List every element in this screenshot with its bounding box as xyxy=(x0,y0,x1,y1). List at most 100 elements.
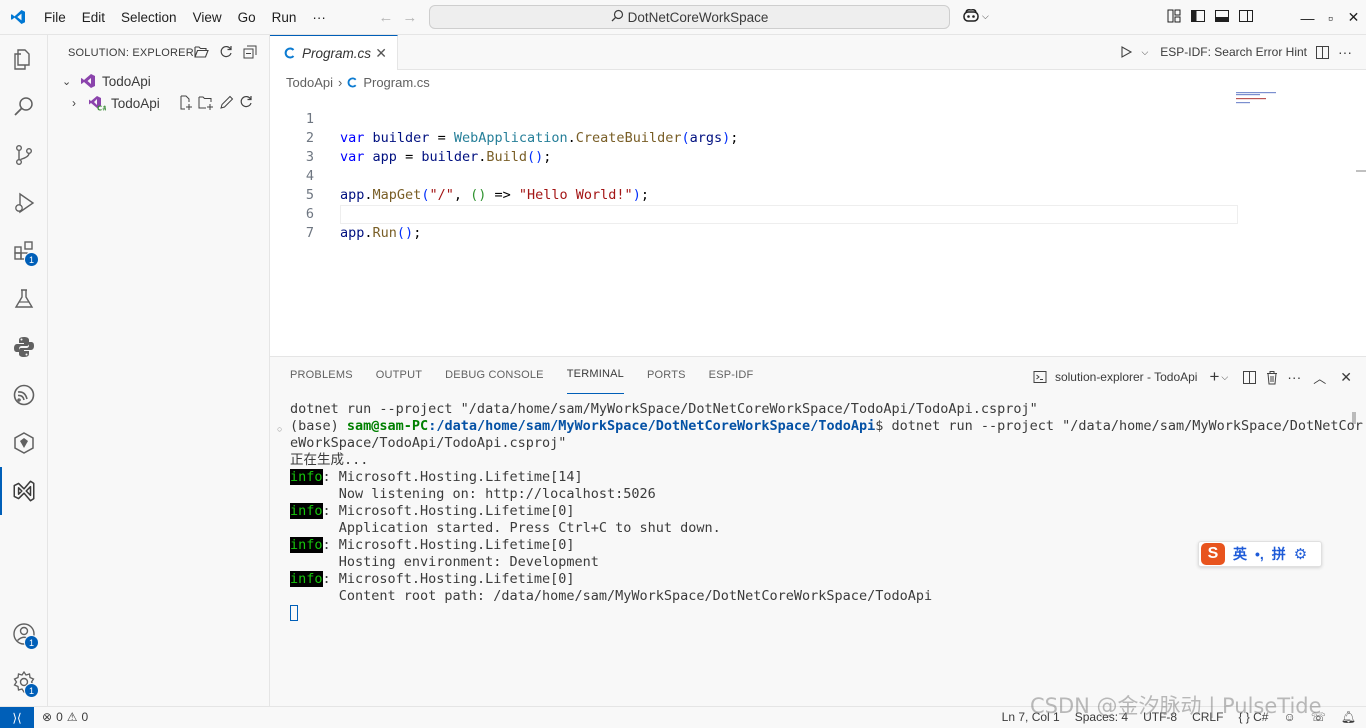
toggle-panel-icon[interactable] xyxy=(1214,8,1230,24)
run-icon[interactable] xyxy=(1119,45,1133,59)
workspace-name: DotNetCoreWorkSpace xyxy=(627,9,769,25)
tab-program-cs[interactable]: Program.cs ✕ xyxy=(270,35,398,70)
tab-output[interactable]: OUTPUT xyxy=(376,357,422,394)
accounts-icon[interactable]: 1 xyxy=(0,610,48,658)
log-text: : Microsoft.Hosting.Lifetime[14] xyxy=(322,469,583,485)
rename-pencil-icon[interactable] xyxy=(219,95,234,110)
remote-indicator-icon[interactable]: ⟩⟨ xyxy=(0,707,34,728)
accounts-badge: 1 xyxy=(24,635,39,650)
csharp-project-icon: C# xyxy=(89,96,106,112)
python-icon[interactable] xyxy=(0,323,48,371)
tab-debug-console[interactable]: DEBUG CONSOLE xyxy=(445,357,544,394)
breadcrumb-file[interactable]: Program.cs xyxy=(363,75,429,90)
add-file-icon[interactable] xyxy=(178,95,193,110)
command-decoration-icon[interactable]: ○ xyxy=(277,424,282,434)
tab-problems[interactable]: PROBLEMS xyxy=(290,357,353,394)
svg-text:C#: C# xyxy=(97,105,106,112)
menu-more[interactable]: ··· xyxy=(304,0,334,35)
esp-idf-icon[interactable] xyxy=(0,371,48,419)
chevron-right-icon: › xyxy=(72,96,76,110)
testing-icon[interactable] xyxy=(0,275,48,323)
toggle-secondary-sidebar-icon[interactable] xyxy=(1238,8,1254,24)
ime-settings-gear-icon[interactable]: ⚙ xyxy=(1294,545,1307,563)
activity-bar: 1 1 1 xyxy=(0,35,48,706)
kill-terminal-trash-icon[interactable] xyxy=(1265,370,1279,385)
menu-go[interactable]: Go xyxy=(230,0,264,35)
code-line: 6 app.Run(); xyxy=(270,186,1240,241)
add-folder-icon[interactable] xyxy=(198,95,214,110)
search-icon xyxy=(611,9,624,25)
manage-gear-icon[interactable]: 1 xyxy=(0,658,48,706)
extensions-icon[interactable]: 1 xyxy=(0,227,48,275)
code-line-current: 7 xyxy=(270,205,1240,241)
copilot-chat-icon[interactable] xyxy=(0,419,48,467)
refresh-icon[interactable] xyxy=(219,45,233,59)
ime-input-method[interactable]: 拼 xyxy=(1272,544,1286,564)
close-tab-icon[interactable]: ✕ xyxy=(375,45,387,62)
solution-explorer-sidebar: SOLUTION: EXPLORER ⌄ TodoApi › C# TodoAp… xyxy=(48,35,270,706)
breadcrumb-project[interactable]: TodoApi xyxy=(286,75,333,90)
esp-idf-search-error-hint[interactable]: ESP-IDF: Search Error Hint xyxy=(1160,45,1307,59)
ime-mode[interactable]: 英 xyxy=(1233,544,1247,564)
new-terminal-icon[interactable]: + xyxy=(1209,367,1219,387)
minimize-icon[interactable]: — xyxy=(1296,10,1319,26)
split-editor-icon[interactable] xyxy=(1315,45,1330,60)
info-tag: info xyxy=(290,571,323,587)
menu-file[interactable]: File xyxy=(36,0,74,35)
tree-item-solution[interactable]: ⌄ TodoApi xyxy=(48,70,269,92)
tab-esp-idf[interactable]: ESP-IDF xyxy=(709,357,754,394)
close-panel-icon[interactable]: ✕ xyxy=(1340,369,1352,386)
log-text: : Microsoft.Hosting.Lifetime[0] xyxy=(322,503,575,519)
back-arrow-icon[interactable]: ← xyxy=(374,9,398,26)
maximize-panel-icon[interactable]: ︿ xyxy=(1313,368,1326,387)
info-tag: info xyxy=(290,503,323,519)
csdn-watermark: CSDN @金汐脉动 | PulseTide xyxy=(1030,694,1322,718)
code-line: 1 var builder = WebApplication.CreateBui… xyxy=(270,91,1240,146)
ime-toolbar[interactable]: S 英 •, 拼 ⚙ xyxy=(1198,541,1322,567)
solution-explorer-icon[interactable] xyxy=(0,467,48,515)
close-window-icon[interactable]: ✕ xyxy=(1342,9,1365,26)
terminal-name[interactable]: solution-explorer - TodoApi xyxy=(1055,370,1198,384)
notifications-bell-icon[interactable]: 🔔︎ xyxy=(1341,710,1356,724)
more-actions-icon[interactable]: ··· xyxy=(1287,369,1301,385)
source-control-icon[interactable] xyxy=(0,131,48,179)
vscode-logo-icon xyxy=(0,0,36,35)
project-label: TodoApi xyxy=(111,95,160,111)
menu-run[interactable]: Run xyxy=(264,0,305,35)
copilot-menu[interactable]: ⌵ xyxy=(962,8,989,24)
refresh-icon[interactable] xyxy=(239,95,253,109)
open-folder-icon[interactable] xyxy=(194,45,209,59)
breadcrumb: TodoApi › Program.cs xyxy=(286,73,430,91)
editor-tab-bar: Program.cs ✕ ⌵ ESP-IDF: Search Error Hin… xyxy=(270,35,1366,70)
chevron-down-icon[interactable]: ⌵ xyxy=(1221,372,1228,383)
more-actions-icon[interactable]: ··· xyxy=(1338,44,1352,60)
chevron-down-icon[interactable]: ⌵ xyxy=(1141,47,1148,58)
terminal-cursor[interactable] xyxy=(290,605,298,621)
command-center-search[interactable]: DotNetCoreWorkSpace xyxy=(429,5,950,29)
log-text: : Microsoft.Hosting.Lifetime[0] xyxy=(322,537,575,553)
customize-layout-icon[interactable] xyxy=(1166,8,1182,24)
sogou-logo-icon[interactable]: S xyxy=(1201,543,1225,565)
explorer-icon[interactable] xyxy=(0,35,48,83)
forward-arrow-icon[interactable]: → xyxy=(398,9,422,26)
problems-indicator[interactable]: ⊗ 0 ⚠ 0 xyxy=(42,710,88,724)
collapse-all-icon[interactable] xyxy=(243,45,257,59)
minimap[interactable] xyxy=(1234,90,1294,110)
prompt-user: sam@sam-PC xyxy=(346,418,429,434)
menu-view[interactable]: View xyxy=(185,0,230,35)
chevron-right-icon: › xyxy=(337,74,343,90)
split-terminal-icon[interactable] xyxy=(1242,370,1257,385)
terminal-line: Content root path: /data/home/sam/MyWork… xyxy=(290,588,933,604)
code-editor[interactable]: TodoApi › Program.cs 1 var builder = Web… xyxy=(270,70,1366,356)
toggle-primary-sidebar-icon[interactable] xyxy=(1190,8,1206,24)
maximize-icon[interactable]: ▫ xyxy=(1319,10,1342,26)
tab-ports[interactable]: PORTS xyxy=(647,357,686,394)
run-debug-icon[interactable] xyxy=(0,179,48,227)
menu-edit[interactable]: Edit xyxy=(74,0,113,35)
tree-item-project[interactable]: › C# TodoApi xyxy=(48,92,269,114)
menu-selection[interactable]: Selection xyxy=(113,0,185,35)
ime-punctuation[interactable]: •, xyxy=(1255,546,1264,562)
tab-terminal[interactable]: TERMINAL xyxy=(566,357,624,394)
search-icon[interactable] xyxy=(0,83,48,131)
code-line: 2 var app = builder.Build(); xyxy=(270,110,1240,165)
